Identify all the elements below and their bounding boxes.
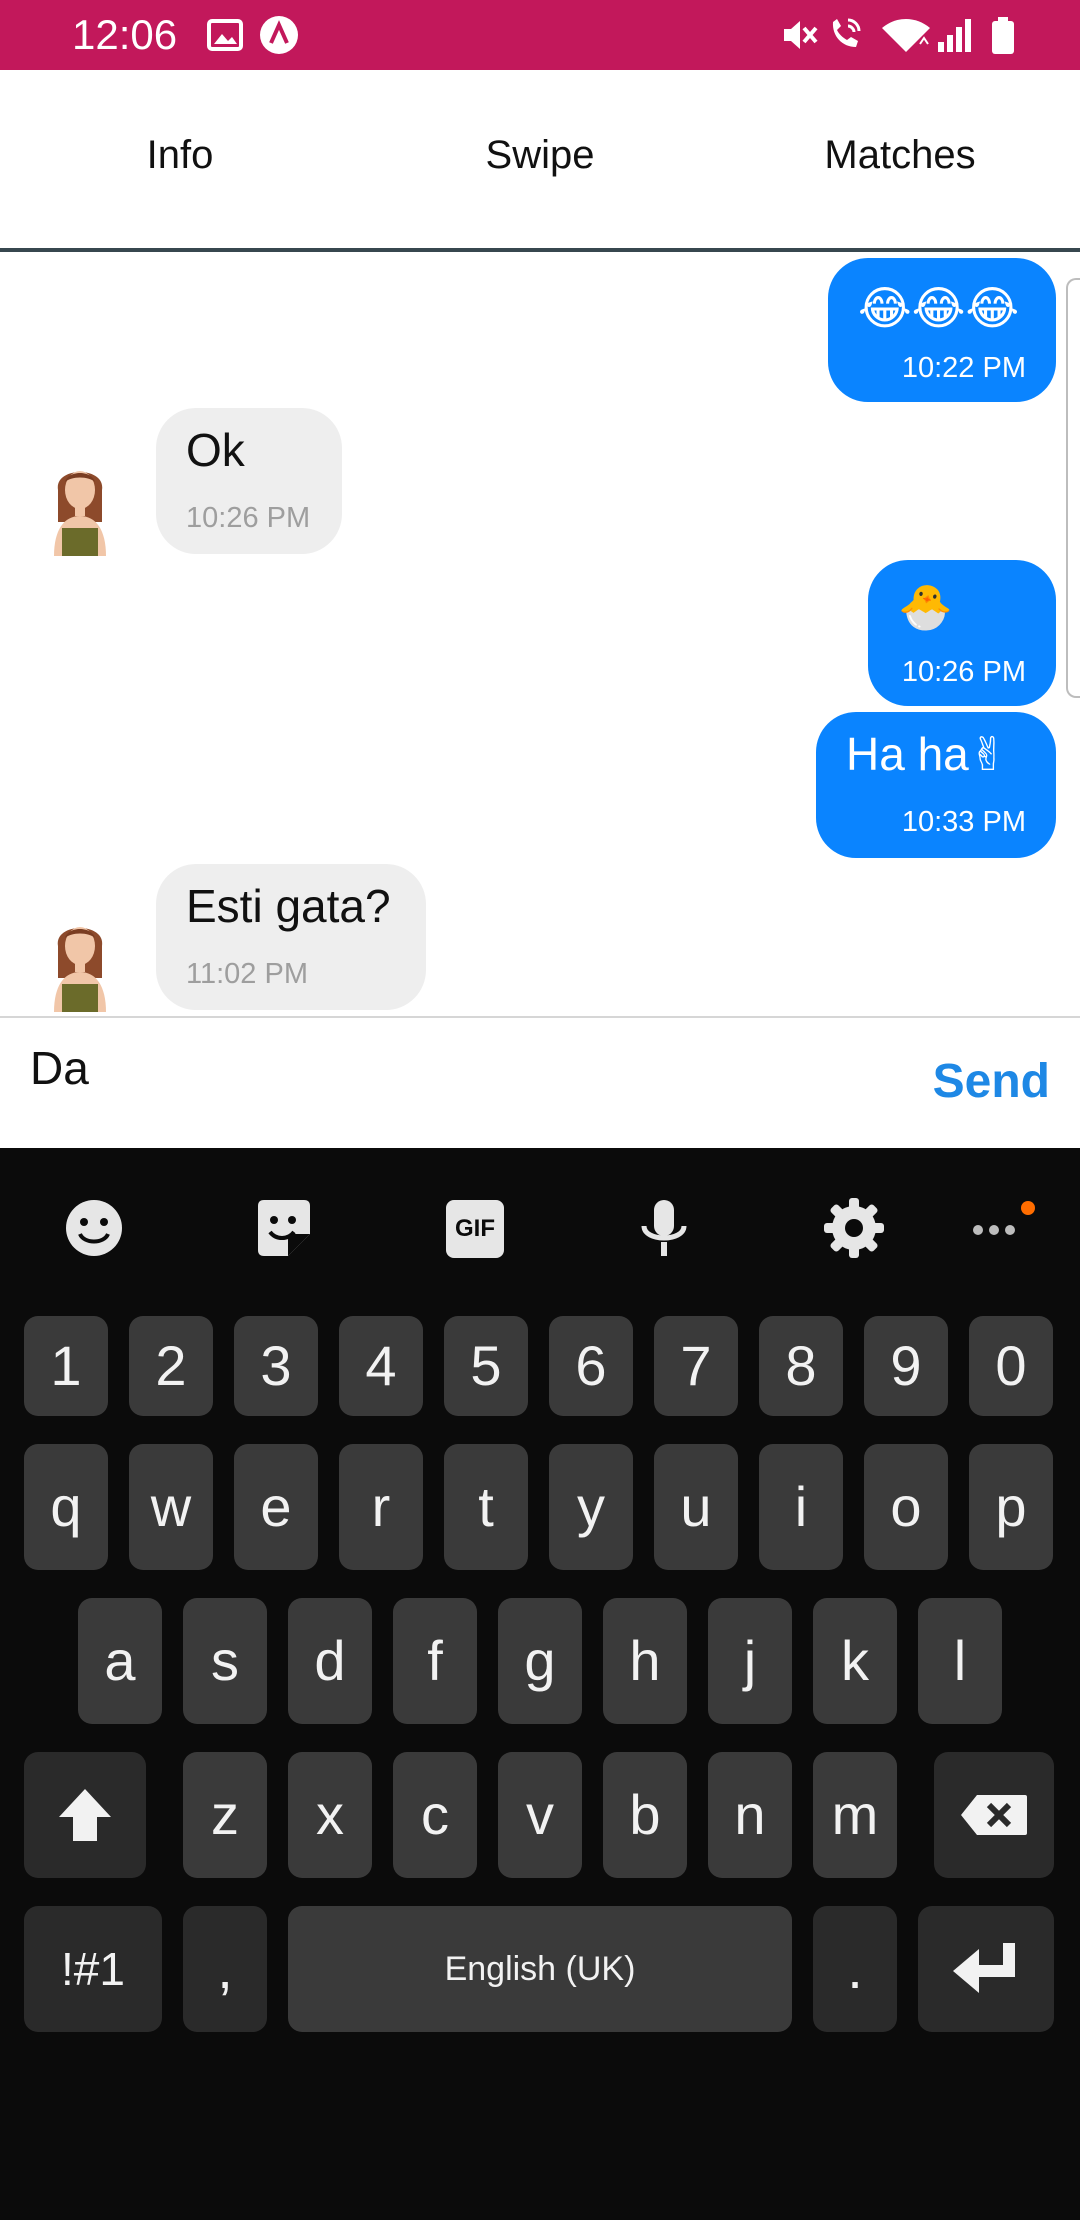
backspace-key[interactable] bbox=[934, 1752, 1054, 1878]
image-icon bbox=[207, 19, 243, 51]
message-time: 10:22 PM bbox=[901, 352, 1026, 384]
message-text: 😂😂😂 bbox=[858, 282, 1020, 334]
symbols-key[interactable]: !#1 bbox=[24, 1906, 162, 2032]
key-9[interactable]: 9 bbox=[864, 1316, 948, 1416]
key-s[interactable]: s bbox=[183, 1598, 267, 1724]
key-a[interactable]: a bbox=[78, 1598, 162, 1724]
key-l[interactable]: l bbox=[918, 1598, 1002, 1724]
gif-icon[interactable]: GIF bbox=[446, 1200, 504, 1258]
key-y[interactable]: y bbox=[549, 1444, 633, 1570]
key-e[interactable]: e bbox=[234, 1444, 318, 1570]
key-n[interactable]: n bbox=[708, 1752, 792, 1878]
signal-icon bbox=[938, 19, 971, 52]
tab-matches[interactable]: Matches bbox=[780, 130, 1020, 180]
message-time: 11:02 PM bbox=[186, 958, 308, 990]
key-2[interactable]: 2 bbox=[129, 1316, 213, 1416]
status-time: 12:06 bbox=[72, 11, 178, 58]
message-bubble-sent[interactable]: 😂😂😂 10:22 PM bbox=[828, 258, 1056, 402]
key-g[interactable]: g bbox=[498, 1598, 582, 1724]
key-z[interactable]: z bbox=[183, 1752, 267, 1878]
microphone-icon[interactable] bbox=[632, 1196, 696, 1260]
wifi-icon bbox=[882, 19, 930, 52]
send-button[interactable]: Send bbox=[933, 1054, 1050, 1110]
avatar[interactable] bbox=[40, 908, 120, 1012]
key-p[interactable]: p bbox=[969, 1444, 1053, 1570]
key-m[interactable]: m bbox=[813, 1752, 897, 1878]
message-time: 10:26 PM bbox=[186, 502, 311, 534]
wifi-calling-icon bbox=[832, 18, 861, 47]
key-k[interactable]: k bbox=[813, 1598, 897, 1724]
key-t[interactable]: t bbox=[444, 1444, 528, 1570]
key-5[interactable]: 5 bbox=[444, 1316, 528, 1416]
key-u[interactable]: u bbox=[654, 1444, 738, 1570]
message-input[interactable]: Da bbox=[30, 1040, 830, 1096]
key-o[interactable]: o bbox=[864, 1444, 948, 1570]
compose-bar: Da Send bbox=[0, 1016, 1080, 1148]
period-key[interactable]: . bbox=[813, 1906, 897, 2032]
key-j[interactable]: j bbox=[708, 1598, 792, 1724]
message-bubble-sent[interactable]: Ha ha✌ 10:33 PM bbox=[816, 712, 1056, 858]
key-6[interactable]: 6 bbox=[549, 1316, 633, 1416]
key-1[interactable]: 1 bbox=[24, 1316, 108, 1416]
keyboard: GIF 1 2 3 4 5 6 7 8 9 0 q w e r t y u i … bbox=[0, 1148, 1080, 2220]
enter-key[interactable] bbox=[918, 1906, 1054, 2032]
sticker-icon[interactable] bbox=[252, 1196, 316, 1260]
message-bubble-received[interactable]: Esti gata? 11:02 PM bbox=[156, 864, 426, 1010]
message-bubble-sent[interactable]: 🐣 10:26 PM bbox=[868, 560, 1056, 706]
key-8[interactable]: 8 bbox=[759, 1316, 843, 1416]
backspace-icon bbox=[961, 1795, 1027, 1835]
shift-key[interactable] bbox=[24, 1752, 146, 1878]
space-key[interactable]: English (UK) bbox=[288, 1906, 792, 2032]
emoji-icon[interactable] bbox=[62, 1196, 126, 1260]
key-b[interactable]: b bbox=[603, 1752, 687, 1878]
key-r[interactable]: r bbox=[339, 1444, 423, 1570]
avatar[interactable] bbox=[40, 452, 120, 556]
gif-label: GIF bbox=[455, 1215, 495, 1242]
battery-icon bbox=[992, 17, 1014, 54]
chat-list[interactable]: 😂😂😂 10:22 PM Ok 10:26 PM 🐣 10:26 PM Ha h… bbox=[0, 256, 1080, 1016]
message-text: Ha ha✌ bbox=[846, 728, 1008, 780]
tab-info[interactable]: Info bbox=[60, 130, 300, 180]
key-x[interactable]: x bbox=[288, 1752, 372, 1878]
key-v[interactable]: v bbox=[498, 1752, 582, 1878]
key-q[interactable]: q bbox=[24, 1444, 108, 1570]
tab-bar: Info Swipe Matches bbox=[0, 70, 1080, 252]
key-h[interactable]: h bbox=[603, 1598, 687, 1724]
tab-swipe[interactable]: Swipe bbox=[420, 130, 660, 180]
key-3[interactable]: 3 bbox=[234, 1316, 318, 1416]
key-i[interactable]: i bbox=[759, 1444, 843, 1570]
more-icon[interactable] bbox=[966, 1196, 1038, 1260]
message-time: 10:26 PM bbox=[901, 656, 1026, 688]
key-0[interactable]: 0 bbox=[969, 1316, 1053, 1416]
message-time: 10:33 PM bbox=[901, 806, 1026, 838]
key-4[interactable]: 4 bbox=[339, 1316, 423, 1416]
mute-icon bbox=[784, 21, 818, 49]
message-bubble-received[interactable]: Ok 10:26 PM bbox=[156, 408, 342, 554]
key-f[interactable]: f bbox=[393, 1598, 477, 1724]
message-text: 🐣 bbox=[898, 583, 953, 632]
key-c[interactable]: c bbox=[393, 1752, 477, 1878]
key-d[interactable]: d bbox=[288, 1598, 372, 1724]
message-text: Esti gata? bbox=[186, 880, 391, 932]
message-text: Ok bbox=[186, 424, 245, 476]
enter-icon bbox=[953, 1943, 1015, 1993]
scroll-indicator[interactable] bbox=[1066, 278, 1080, 698]
status-bar: 12:06 bbox=[0, 0, 1080, 70]
comma-key[interactable]: , bbox=[183, 1906, 267, 2032]
settings-icon[interactable] bbox=[822, 1196, 886, 1260]
autocorrect-a-icon bbox=[260, 16, 298, 54]
shift-icon bbox=[59, 1789, 111, 1841]
key-w[interactable]: w bbox=[129, 1444, 213, 1570]
key-7[interactable]: 7 bbox=[654, 1316, 738, 1416]
